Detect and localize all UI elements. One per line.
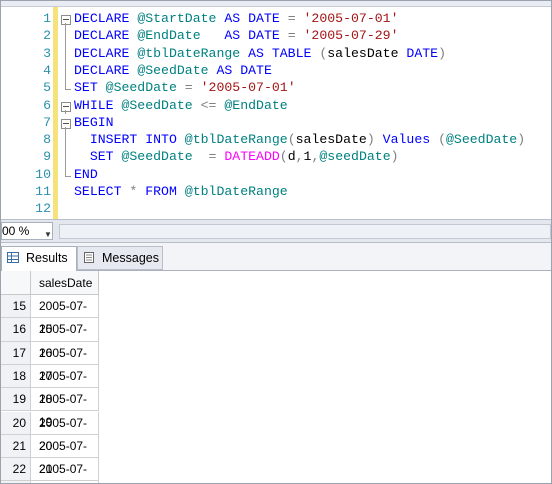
salesdate-cell[interactable]: 2005-07-16 xyxy=(31,318,99,360)
row-number[interactable]: 19 xyxy=(1,388,31,412)
outline-margin[interactable] xyxy=(60,114,72,132)
tab-results-label: Results xyxy=(26,251,68,265)
line-number: 7 xyxy=(43,114,51,130)
code-text: DECLARE @EndDate AS DATE = '2005-07-29' xyxy=(74,28,399,44)
salesdate-cell[interactable]: 2005-07-21 xyxy=(31,434,99,476)
collapse-icon[interactable] xyxy=(61,101,71,112)
zoom-dropdown[interactable]: 00 % ▼ xyxy=(1,222,53,240)
table-row[interactable]: 15 2005-07-15 xyxy=(1,295,551,336)
salesdate-cell[interactable]: 2005-07-20 xyxy=(31,411,99,453)
tab-results[interactable]: Results xyxy=(1,246,77,271)
line-number: 2 xyxy=(43,28,51,44)
line-number: 1 xyxy=(43,11,51,26)
code-text: SET @SeedDate = DATEADD(d,1,@seedDate) xyxy=(89,149,399,165)
salesdate-cell[interactable]: 2005-07-22 xyxy=(31,458,99,482)
outline-margin xyxy=(60,61,72,80)
outline-margin xyxy=(60,165,72,183)
zoom-value: 00 % xyxy=(2,224,30,238)
code-line[interactable]: 11 SELECT * FROM @tblDateRange xyxy=(1,183,551,200)
code-text: INSERT INTO @tblDateRange(salesDate) Val… xyxy=(89,132,526,148)
code-text: SELECT * FROM @tblDateRange xyxy=(74,184,288,199)
outline-margin xyxy=(60,44,72,62)
messages-icon xyxy=(84,252,94,263)
table-row[interactable]: 18 2005-07-18 xyxy=(1,364,551,406)
code-line[interactable]: 6 WHILE @SeedDate <= @EndDate xyxy=(1,97,551,114)
line-number: 10 xyxy=(35,166,51,182)
row-number[interactable]: 23 xyxy=(1,481,31,483)
code-text: DECLARE @tblDateRange AS TABLE (salesDat… xyxy=(74,45,446,61)
table-row[interactable]: 232005-07-23 xyxy=(1,481,551,483)
grid-corner-header[interactable] xyxy=(1,271,31,295)
row-number[interactable]: 18 xyxy=(1,364,31,389)
code-line[interactable]: 12 xyxy=(1,200,551,217)
row-number[interactable]: 16 xyxy=(1,318,31,342)
code-line[interactable]: 7 BEGIN xyxy=(1,114,551,132)
row-number[interactable]: 15 xyxy=(1,295,31,319)
code-line[interactable]: 1 DECLARE @StartDate AS DATE = '2005-07-0… xyxy=(1,10,551,28)
salesdate-cell[interactable]: 2005-07-19 xyxy=(31,388,99,429)
table-row[interactable]: 222005-07-22 xyxy=(1,458,551,482)
results-tab-strip: Results Messages xyxy=(1,243,551,271)
row-number[interactable]: 22 xyxy=(1,458,31,482)
code-text: BEGIN xyxy=(74,114,114,130)
tab-messages-label: Messages xyxy=(102,251,159,265)
outline-margin[interactable] xyxy=(60,10,72,28)
code-text: DECLARE @SeedDate AS DATE xyxy=(74,62,272,78)
code-line[interactable]: 8 INSERT INTO @tblDateRange(salesDate) V… xyxy=(1,131,551,149)
code-text: SET @SeedDate = '2005-07-01' xyxy=(74,80,296,96)
query-editor[interactable]: 1 DECLARE @StartDate AS DATE = '2005-07-0… xyxy=(1,7,551,219)
line-number: 8 xyxy=(43,132,51,148)
ssms-query-window: 1 DECLARE @StartDate AS DATE = '2005-07-0… xyxy=(0,0,552,484)
table-row[interactable]: 21 2005-07-21 xyxy=(1,434,551,476)
salesdate-cell[interactable]: 2005-07-17 xyxy=(31,341,99,383)
line-number: 5 xyxy=(43,80,51,96)
code-line[interactable]: 4 DECLARE @SeedDate AS DATE xyxy=(1,61,551,80)
table-row[interactable]: 20 2005-07-20 xyxy=(1,411,551,453)
code-text: WHILE @SeedDate <= @EndDate xyxy=(74,97,288,113)
table-row[interactable]: 19 2005-07-19 xyxy=(1,388,551,429)
salesdate-cell[interactable]: 2005-07-15 xyxy=(31,295,99,336)
collapse-icon[interactable] xyxy=(61,118,71,129)
code-line[interactable]: 5 SET @SeedDate = '2005-07-01' xyxy=(1,79,551,96)
outline-margin xyxy=(60,200,72,217)
tab-messages[interactable]: Messages xyxy=(77,246,163,270)
table-row[interactable]: 16 2005-07-16 xyxy=(1,318,551,360)
outline-margin xyxy=(60,183,72,200)
code-text: END xyxy=(74,166,98,182)
results-grid[interactable]: salesDate 15 2005-07-15 16 2005-07-16 17 2005… xyxy=(1,271,551,483)
outline-margin[interactable] xyxy=(60,97,72,114)
outline-margin xyxy=(60,27,72,45)
line-number: 6 xyxy=(43,97,51,113)
code-line[interactable]: 2 DECLARE @EndDate AS DATE = '2005-07-29' xyxy=(1,27,551,45)
outline-margin xyxy=(60,79,72,96)
line-number: 12 xyxy=(35,201,51,217)
row-number[interactable]: 21 xyxy=(1,434,31,459)
salesdate-cell[interactable]: 2005-07-23 xyxy=(31,481,99,483)
row-number[interactable]: 20 xyxy=(1,411,31,435)
line-number: 9 xyxy=(43,149,51,165)
salesdate-cell[interactable]: 2005-07-18 xyxy=(31,364,99,406)
outline-margin xyxy=(60,131,72,149)
row-number[interactable]: 17 xyxy=(1,341,31,365)
table-row[interactable]: 17 2005-07-17 xyxy=(1,341,551,383)
code-line[interactable]: 9 SET @SeedDate = DATEADD(d,1,@seedDate) xyxy=(1,148,551,166)
column-header-salesdate[interactable]: salesDate xyxy=(31,271,99,295)
editor-status-bar: 00 % ▼ xyxy=(1,219,551,243)
code-line[interactable]: 10 END xyxy=(1,165,551,183)
code-text: DECLARE @StartDate AS DATE = '2005-07-01… xyxy=(74,11,399,26)
collapse-icon[interactable] xyxy=(61,15,71,25)
code-line[interactable]: 3 DECLARE @tblDateRange AS TABLE (salesDa… xyxy=(1,44,551,62)
line-number: 4 xyxy=(43,62,51,78)
results-grid-icon xyxy=(7,252,19,263)
chevron-down-icon: ▼ xyxy=(44,230,52,239)
line-number: 3 xyxy=(43,45,51,61)
horizontal-scrollbar[interactable] xyxy=(59,224,551,239)
outline-margin xyxy=(60,148,72,166)
line-number: 11 xyxy=(35,184,51,199)
